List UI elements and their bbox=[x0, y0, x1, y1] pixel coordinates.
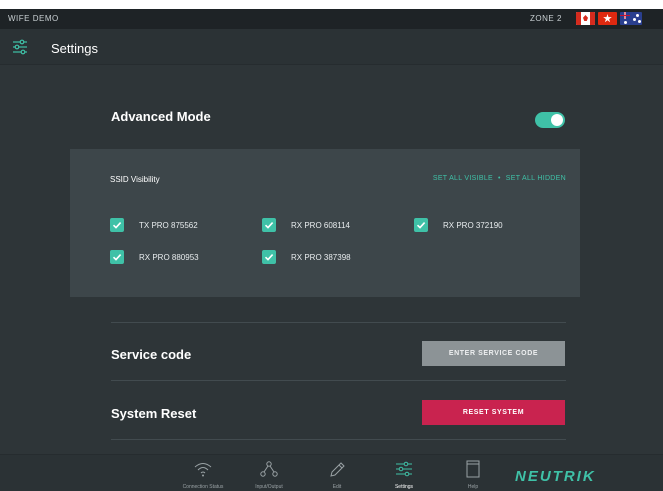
system-reset-label: System Reset bbox=[111, 406, 197, 421]
divider bbox=[111, 322, 566, 323]
service-code-label: Service code bbox=[111, 347, 192, 362]
checkbox-checked[interactable] bbox=[262, 250, 276, 264]
ssid-name: RX PRO 387398 bbox=[291, 253, 351, 262]
page-header: Settings bbox=[0, 29, 663, 65]
australia-flag-icon[interactable] bbox=[620, 12, 642, 25]
bottom-navigation: Connection Status Input/Output Edit Sett… bbox=[0, 454, 663, 491]
page-title: Settings bbox=[51, 41, 98, 56]
document-icon bbox=[463, 460, 483, 478]
ssid-actions: SET ALL VISIBLE • SET ALL HIDDEN bbox=[433, 175, 566, 182]
status-bar: WIFE DEMO ZONE 2 bbox=[0, 9, 663, 29]
checkmark-icon bbox=[264, 222, 274, 229]
nav-settings[interactable]: Settings bbox=[370, 455, 438, 491]
checkmark-icon bbox=[416, 222, 426, 229]
neutrik-logo: NEUTRIK bbox=[515, 468, 596, 485]
checkbox-checked[interactable] bbox=[110, 250, 124, 264]
checkbox-checked[interactable] bbox=[110, 218, 124, 232]
hong-kong-flag-icon[interactable] bbox=[598, 12, 617, 25]
nav-label: Settings bbox=[394, 484, 414, 490]
nav-label: Connection Status bbox=[182, 484, 224, 490]
nav-input-output[interactable]: Input/Output bbox=[235, 455, 303, 491]
ssid-name: TX PRO 875562 bbox=[139, 221, 198, 230]
enter-service-code-button[interactable]: ENTER SERVICE CODE bbox=[422, 341, 565, 366]
app-name: WIFE DEMO bbox=[8, 14, 59, 23]
divider bbox=[111, 439, 566, 440]
checkbox-checked[interactable] bbox=[262, 218, 276, 232]
action-separator: • bbox=[498, 175, 501, 182]
checkbox-checked[interactable] bbox=[414, 218, 428, 232]
wifi-icon bbox=[193, 460, 213, 478]
ssid-name: RX PRO 372190 bbox=[443, 221, 503, 230]
nav-label: Help bbox=[467, 484, 479, 490]
nav-label: Edit bbox=[332, 484, 342, 490]
advanced-mode-toggle[interactable] bbox=[535, 112, 565, 128]
network-nodes-icon bbox=[259, 460, 279, 478]
reset-system-button[interactable]: RESET SYSTEM bbox=[422, 400, 565, 425]
nav-connection-status[interactable]: Connection Status bbox=[169, 455, 237, 491]
ssid-visibility-label: SSID Visibility bbox=[110, 175, 160, 184]
app-frame: WIFE DEMO ZONE 2 Settings Advanced Mode … bbox=[0, 9, 663, 491]
pencil-icon bbox=[327, 460, 347, 478]
zone-label: ZONE 2 bbox=[530, 14, 562, 23]
advanced-mode-label: Advanced Mode bbox=[111, 109, 211, 124]
divider bbox=[111, 380, 566, 381]
nav-label: Input/Output bbox=[255, 484, 283, 490]
settings-sliders-icon bbox=[394, 460, 414, 478]
ssid-visibility-panel: SSID Visibility SET ALL VISIBLE • SET ALL … bbox=[70, 149, 580, 297]
ssid-name: RX PRO 608114 bbox=[291, 221, 350, 230]
ssid-name: RX PRO 880953 bbox=[139, 253, 199, 262]
set-all-visible-link[interactable]: SET ALL VISIBLE bbox=[433, 175, 493, 182]
set-all-hidden-link[interactable]: SET ALL HIDDEN bbox=[506, 175, 566, 182]
nav-help[interactable]: Help bbox=[439, 455, 507, 491]
toggle-knob bbox=[551, 114, 563, 126]
checkmark-icon bbox=[264, 254, 274, 261]
canada-flag-icon[interactable] bbox=[576, 12, 595, 25]
checkmark-icon bbox=[112, 254, 122, 261]
checkmark-icon bbox=[112, 222, 122, 229]
nav-edit[interactable]: Edit bbox=[303, 455, 371, 491]
settings-sliders-icon[interactable] bbox=[12, 39, 28, 55]
